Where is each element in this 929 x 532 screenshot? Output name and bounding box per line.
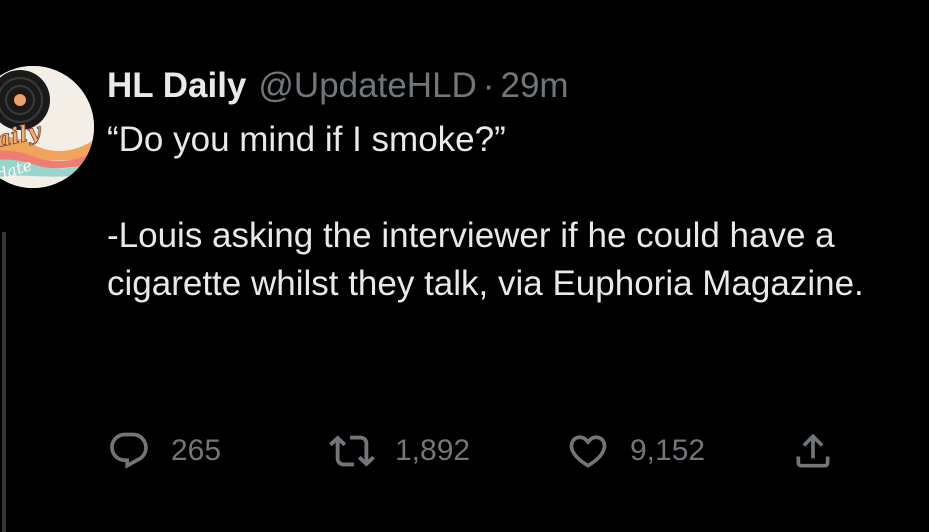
- retweet-button[interactable]: 1,892: [329, 428, 566, 474]
- paragraph-break: [107, 164, 917, 212]
- like-icon: [566, 429, 610, 473]
- user-handle[interactable]: @UpdateHLD: [258, 62, 476, 110]
- retweet-count: 1,892: [395, 434, 471, 467]
- hl-daily-logo: Daily update: [0, 66, 94, 188]
- tweet-header: HL Daily @UpdateHLD · 29m: [107, 62, 917, 110]
- tweet[interactable]: HL Daily @UpdateHLD · 29m “Do you mind i…: [107, 62, 917, 308]
- like-count: 9,152: [630, 434, 706, 467]
- tweet-actions: 265 1,892 9,152: [107, 428, 835, 474]
- thread-line: [2, 232, 6, 532]
- reply-icon: [107, 429, 151, 473]
- like-button[interactable]: 9,152: [566, 429, 791, 473]
- reply-count: 265: [171, 434, 222, 467]
- timestamp[interactable]: 29m: [500, 62, 568, 110]
- tweet-quote: “Do you mind if I smoke?”: [107, 120, 506, 159]
- separator-dot: ·: [482, 66, 495, 105]
- tweet-text: “Do you mind if I smoke?” -Louis asking …: [107, 116, 917, 308]
- reply-button[interactable]: 265: [107, 429, 329, 473]
- avatar[interactable]: Daily update: [0, 66, 94, 188]
- share-icon: [791, 429, 835, 473]
- display-name[interactable]: HL Daily: [107, 62, 246, 110]
- tweet-caption: -Louis asking the interviewer if he coul…: [107, 216, 864, 303]
- retweet-icon: [329, 428, 375, 474]
- share-button[interactable]: [791, 429, 835, 473]
